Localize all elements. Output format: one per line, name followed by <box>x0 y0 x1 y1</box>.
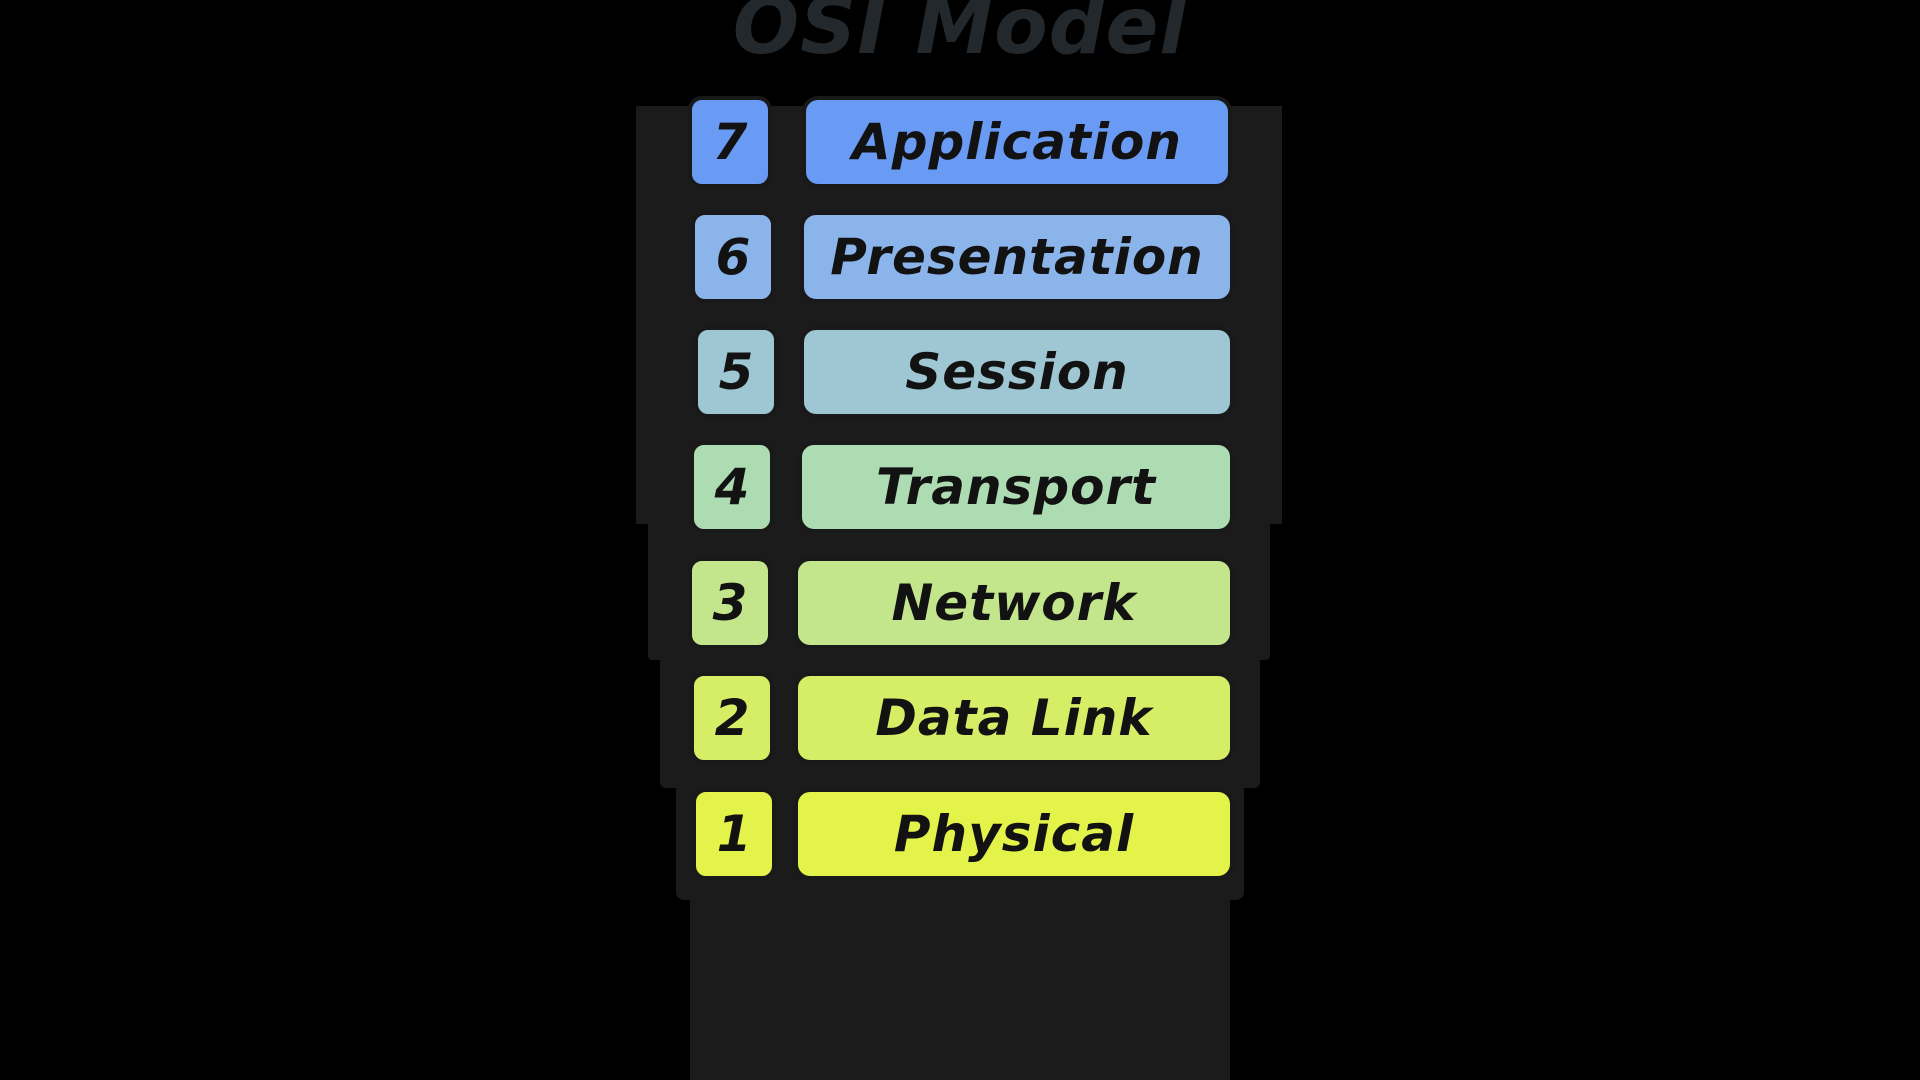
layer-name-box[interactable]: Data Link <box>794 672 1234 764</box>
layer-name-box[interactable]: Physical <box>794 788 1234 880</box>
layer-number-box[interactable]: 3 <box>688 557 772 649</box>
layer-name-box[interactable]: Application <box>802 96 1232 188</box>
layer-number-box[interactable]: 1 <box>692 788 776 880</box>
layer-number-box[interactable]: 2 <box>690 672 774 764</box>
layer-number-box[interactable]: 4 <box>690 441 774 533</box>
osi-layer-stack: 7 Application 6 Presentation 5 Session 4 Transp… <box>0 0 1920 1080</box>
diagram-canvas: OSI Model 7 Application 6 Presentation 5 Sess… <box>0 0 1920 1080</box>
layer-name-box[interactable]: Presentation <box>800 211 1234 303</box>
layer-number-box[interactable]: 7 <box>688 96 772 188</box>
layer-number-box[interactable]: 6 <box>691 211 775 303</box>
layer-number-box[interactable]: 5 <box>694 326 778 418</box>
layer-name-box[interactable]: Session <box>800 326 1234 418</box>
layer-name-box[interactable]: Transport <box>798 441 1234 533</box>
layer-name-box[interactable]: Network <box>794 557 1234 649</box>
